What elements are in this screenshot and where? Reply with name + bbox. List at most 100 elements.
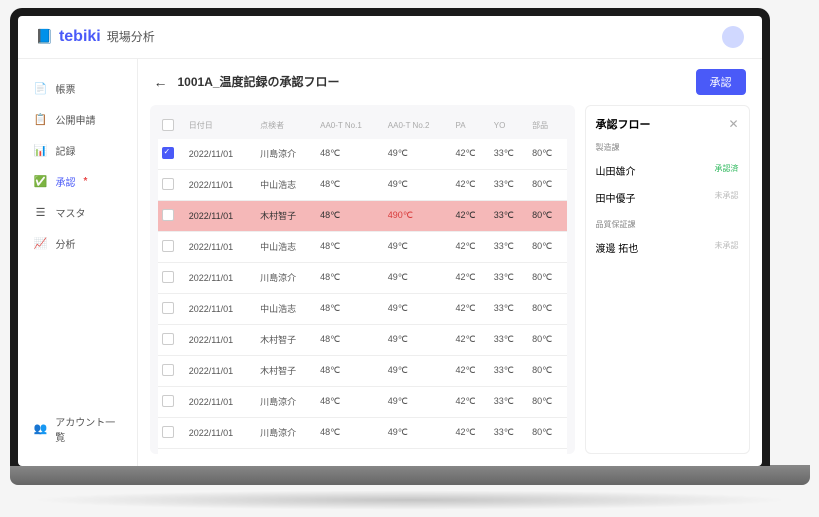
logo-icon: 📘 (36, 28, 53, 45)
cell-value: 48℃ (316, 355, 384, 386)
approval-status: 未承認 (715, 190, 739, 205)
column-header: PA (451, 113, 489, 139)
approval-flow-panel: 承認フロー ✕ 製造課山田雄介承認済田中優子未承認品質保証課渡邊 拓也未承認 (585, 105, 750, 454)
laptop-shadow (30, 490, 790, 510)
brand-sub: 現場分析 (107, 28, 155, 45)
row-checkbox[interactable] (162, 333, 174, 345)
column-header: YO (490, 113, 528, 139)
close-icon[interactable]: ✕ (728, 117, 738, 131)
cell-value: 48℃ (316, 293, 384, 324)
cell-inspector: 木村智子 (256, 200, 316, 231)
sidebar-label: マスタ (56, 205, 86, 220)
row-checkbox[interactable] (162, 271, 174, 283)
table-row[interactable]: 2022/11/01 川島涼介 48℃ 49℃ 42℃ 33℃ 80℃ (158, 417, 567, 448)
approve-button[interactable]: 承認 (696, 69, 746, 95)
cell-value: 48℃ (316, 169, 384, 200)
table-row[interactable]: 2022/11/01 中山浩志 48℃ 49℃ 42℃ 33℃ 80℃ (158, 169, 567, 200)
cell-value: 33℃ (490, 324, 528, 355)
row-checkbox[interactable] (162, 209, 174, 221)
row-checkbox[interactable] (162, 147, 174, 159)
sidebar-icon: 📄 (34, 81, 48, 95)
cell-value: 42℃ (451, 324, 489, 355)
table-row[interactable]: 2022/11/01 木村智子 48℃ 49℃ 42℃ 33℃ 80℃ (158, 324, 567, 355)
cell-value: 48℃ (316, 324, 384, 355)
cell-date: 2022/11/01 (185, 139, 256, 170)
row-checkbox[interactable] (162, 395, 174, 407)
brand-name: tebiki (59, 28, 101, 46)
cell-value: 33℃ (490, 417, 528, 448)
cell-inspector: 川島涼介 (256, 262, 316, 293)
cell-date: 2022/11/01 (185, 448, 256, 454)
cell-value: 49℃ (384, 139, 452, 170)
cell-date: 2022/11/01 (185, 169, 256, 200)
cell-inspector: 中山浩志 (256, 169, 316, 200)
cell-value: 490℃ (384, 200, 452, 231)
app-screen: 📘 tebiki 現場分析 📄帳票📋公開申請📊記録✅承認* ☰ マスタ 📈分析 👥 アカウ… (18, 16, 762, 466)
table-row[interactable]: 2022/11/01 木村智子 48℃ 49℃ 42℃ 33℃ 80℃ (158, 355, 567, 386)
cell-value: 80℃ (528, 262, 566, 293)
cell-value: 42℃ (451, 386, 489, 417)
sidebar-icon: ☰ (34, 205, 48, 219)
sidebar-label: アカウント一覧 (55, 414, 120, 444)
sidebar-item[interactable]: ☰ マスタ (18, 197, 137, 228)
sidebar-item[interactable]: 📋公開申請 (18, 104, 137, 135)
row-checkbox[interactable] (162, 426, 174, 438)
avatar[interactable] (722, 26, 744, 48)
cell-value: 42℃ (451, 448, 489, 454)
cell-value: 49℃ (384, 293, 452, 324)
sidebar-item-accounts[interactable]: 👥 アカウント一覧 (18, 406, 137, 452)
back-icon[interactable]: ← (154, 74, 168, 90)
cell-inspector: 川島涼介 (256, 139, 316, 170)
sidebar-icon: ✅ (34, 174, 48, 188)
table-row[interactable]: 2022/11/01 中山浩志 48℃ 49℃ 42℃ 33℃ 80℃ (158, 293, 567, 324)
row-checkbox[interactable] (162, 240, 174, 252)
sidebar-item[interactable]: ✅承認* (18, 166, 137, 197)
cell-value: 49℃ (384, 355, 452, 386)
cell-value: 49℃ (384, 169, 452, 200)
cell-value: 33℃ (490, 169, 528, 200)
sidebar-item[interactable]: 📈分析 (18, 228, 137, 259)
table-row[interactable]: 2022/11/01 木村智子 48℃ 49℃ 42℃ 33℃ 80℃ (158, 448, 567, 454)
person-name: 渡邊 拓也 (596, 240, 639, 255)
table-row[interactable]: 2022/11/01 川島涼介 48℃ 49℃ 42℃ 33℃ 80℃ (158, 386, 567, 417)
cell-value: 49℃ (384, 386, 452, 417)
cell-value: 48℃ (316, 262, 384, 293)
cell-value: 80℃ (528, 293, 566, 324)
sidebar-icon: 👥 (34, 422, 48, 436)
cell-inspector: 川島涼介 (256, 417, 316, 448)
cell-value: 80℃ (528, 355, 566, 386)
cell-value: 42℃ (451, 169, 489, 200)
cell-value: 48℃ (316, 231, 384, 262)
cell-value: 42℃ (451, 200, 489, 231)
cell-value: 80℃ (528, 417, 566, 448)
table-row[interactable]: 2022/11/01 川島涼介 48℃ 49℃ 42℃ 33℃ 80℃ (158, 262, 567, 293)
cell-date: 2022/11/01 (185, 324, 256, 355)
row-checkbox[interactable] (162, 364, 174, 376)
table-row[interactable]: 2022/11/01 中山浩志 48℃ 49℃ 42℃ 33℃ 80℃ (158, 231, 567, 262)
cell-value: 33℃ (490, 386, 528, 417)
flow-group-label: 製造課 (596, 142, 739, 153)
sidebar-item[interactable]: 📄帳票 (18, 73, 137, 104)
sidebar-label: 分析 (56, 236, 76, 251)
cell-value: 33℃ (490, 355, 528, 386)
titlebar: ← 1001A_温度記録の承認フロー 承認 (138, 59, 762, 105)
approval-status: 承認済 (715, 163, 739, 178)
flow-person: 山田雄介承認済 (596, 157, 739, 184)
select-all-checkbox[interactable] (162, 119, 174, 131)
row-checkbox[interactable] (162, 178, 174, 190)
logo[interactable]: 📘 tebiki 現場分析 (36, 28, 155, 46)
cell-value: 48℃ (316, 417, 384, 448)
laptop-base (10, 465, 810, 485)
cell-value: 33℃ (490, 262, 528, 293)
row-checkbox[interactable] (162, 302, 174, 314)
records-table: 日付日点検者AA0-T No.1AA0-T No.2PAYO部品 2022/11… (158, 113, 567, 454)
cell-date: 2022/11/01 (185, 386, 256, 417)
cell-value: 49℃ (384, 448, 452, 454)
table-row[interactable]: 2022/11/01 川島涼介 48℃ 49℃ 42℃ 33℃ 80℃ (158, 139, 567, 170)
cell-value: 42℃ (451, 231, 489, 262)
cell-value: 49℃ (384, 262, 452, 293)
cell-value: 48℃ (316, 448, 384, 454)
cell-value: 33℃ (490, 448, 528, 454)
sidebar-item[interactable]: 📊記録 (18, 135, 137, 166)
table-row[interactable]: 2022/11/01 木村智子 48℃ 490℃ 42℃ 33℃ 80℃ (158, 200, 567, 231)
